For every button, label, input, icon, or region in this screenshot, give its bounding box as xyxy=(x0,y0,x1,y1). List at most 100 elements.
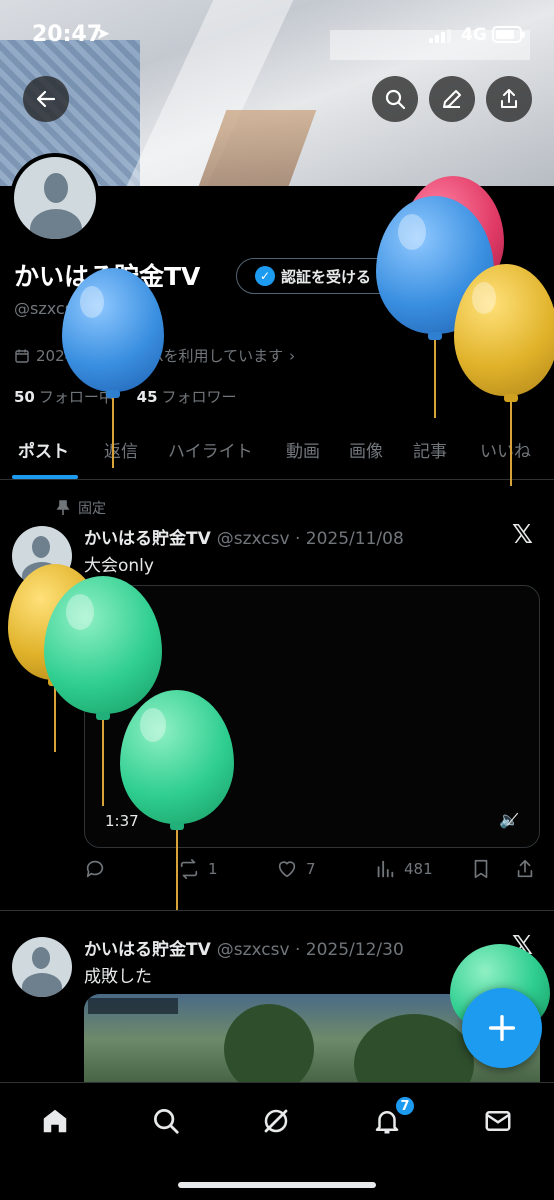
avatar-body xyxy=(22,973,62,997)
like-button[interactable]: 7 xyxy=(276,858,316,880)
reply-button[interactable] xyxy=(84,858,114,880)
x-logo-icon: 𝕏 xyxy=(512,520,533,550)
edit-button[interactable] xyxy=(429,76,475,122)
reply-icon xyxy=(86,860,104,878)
tab-highlights[interactable]: ハイライト xyxy=(168,437,253,462)
followers-count: 45 xyxy=(136,388,158,406)
balloon-string xyxy=(54,686,56,752)
balloon-shine xyxy=(80,286,104,318)
balloon-shine xyxy=(472,282,496,314)
notification-badge: 7 xyxy=(394,1095,416,1117)
balloon-knot xyxy=(504,394,518,402)
share-post-button[interactable] xyxy=(514,858,536,880)
tab-replies[interactable]: 返信 xyxy=(104,437,138,462)
post-text: 成敗した xyxy=(84,967,152,987)
balloon-knot xyxy=(170,822,184,830)
mute-icon[interactable]: 🔈̸ xyxy=(499,810,519,829)
nav-grok[interactable] xyxy=(256,1101,296,1141)
home-indicator xyxy=(178,1182,376,1188)
back-button[interactable] xyxy=(23,76,69,122)
balloon-body xyxy=(454,264,554,396)
balloon-body xyxy=(120,690,234,824)
nav-search[interactable] xyxy=(146,1101,186,1141)
avatar-head xyxy=(32,536,50,558)
location-arrow-icon: ➤ xyxy=(96,24,111,44)
verified-badge-icon: ✓ xyxy=(255,266,275,286)
view-count: 481 xyxy=(404,860,433,878)
avatar-head xyxy=(32,947,50,969)
balloon-string xyxy=(112,398,114,468)
balloon-body xyxy=(62,268,164,392)
following-count: 50 xyxy=(14,388,35,406)
game-hud xyxy=(88,998,178,1014)
bookmark-button[interactable] xyxy=(470,858,492,880)
get-verified-label: 認証を受ける xyxy=(281,267,372,286)
status-time: 20:47 xyxy=(32,22,103,47)
profile-tabs: ポスト 返信 ハイライト 動画 画像 記事 いいね xyxy=(0,426,554,480)
share-button[interactable] xyxy=(486,76,532,122)
balloon-string xyxy=(176,830,178,910)
chevron-right-icon: › xyxy=(289,346,296,365)
balloon-string xyxy=(510,402,512,486)
profile-avatar[interactable] xyxy=(10,153,100,243)
tab-articles[interactable]: 記事 xyxy=(413,437,447,462)
grok-icon xyxy=(264,1109,288,1133)
nav-messages[interactable] xyxy=(478,1101,518,1141)
pin-icon xyxy=(56,500,70,515)
home-icon xyxy=(43,1109,67,1133)
post-header: かいはる貯金TV @szxcsv · 2025/12/30 xyxy=(84,935,404,960)
bookmark-icon xyxy=(474,859,488,879)
repost-icon xyxy=(180,859,198,879)
network-type: 4G xyxy=(461,25,487,45)
post-header: かいはる貯金TV @szxcsv · 2025/11/08 xyxy=(84,524,404,549)
post-handle-date[interactable]: @szxcsv · 2025/12/30 xyxy=(217,940,404,960)
following-link[interactable]: 50 フォロー中 xyxy=(14,388,114,406)
post-divider xyxy=(0,910,554,911)
pencil-icon xyxy=(443,90,461,108)
balloon-knot xyxy=(96,712,110,720)
balloon-shine xyxy=(66,594,94,630)
balloon-string xyxy=(102,720,104,806)
share-icon xyxy=(517,859,533,878)
views-icon xyxy=(377,860,394,878)
tab-images[interactable]: 画像 xyxy=(349,437,383,462)
like-count: 7 xyxy=(306,860,316,878)
repost-count: 1 xyxy=(208,860,218,878)
tab-likes[interactable]: いいね xyxy=(480,437,531,462)
signal-icon xyxy=(429,29,453,43)
pinned-text: 固定 xyxy=(78,501,106,517)
nav-home[interactable] xyxy=(35,1101,75,1141)
calendar-icon xyxy=(15,349,29,363)
balloon-shine xyxy=(140,708,166,742)
balloon-shine xyxy=(398,214,426,250)
balloon-knot xyxy=(106,390,120,398)
balloon-string xyxy=(434,340,436,418)
video-duration: 1:37 xyxy=(105,812,139,830)
post-actions: 1 7 481 xyxy=(84,858,540,886)
tab-videos[interactable]: 動画 xyxy=(286,437,320,462)
plus-icon xyxy=(488,1014,516,1042)
avatar-head xyxy=(44,173,68,203)
search-icon xyxy=(385,89,406,110)
compose-post-button[interactable] xyxy=(462,988,542,1068)
post-author[interactable]: かいはる貯金TV xyxy=(84,529,211,549)
post-author[interactable]: かいはる貯金TV xyxy=(84,940,211,960)
tab-posts[interactable]: ポスト xyxy=(18,437,69,462)
post-handle-date[interactable]: @szxcsv · 2025/11/08 xyxy=(217,529,404,549)
pinned-label: 固定 xyxy=(56,498,106,518)
arrow-left-icon xyxy=(36,90,56,108)
balloon-knot xyxy=(428,332,442,340)
search-icon xyxy=(154,1109,179,1134)
avatar-body xyxy=(30,209,82,239)
followers-label: フォロワー xyxy=(161,388,237,406)
battery-icon xyxy=(492,26,525,43)
post-avatar[interactable] xyxy=(12,937,72,997)
followers-link[interactable]: 45 フォロワー xyxy=(137,388,237,406)
views-button[interactable]: 481 xyxy=(374,858,433,880)
status-bar: 20:47 ➤ 4G xyxy=(0,0,554,70)
share-icon xyxy=(501,89,517,108)
search-button[interactable] xyxy=(372,76,418,122)
mail-icon xyxy=(485,1111,511,1131)
post-text: 大会only xyxy=(84,556,154,576)
repost-button[interactable]: 1 xyxy=(178,858,218,880)
